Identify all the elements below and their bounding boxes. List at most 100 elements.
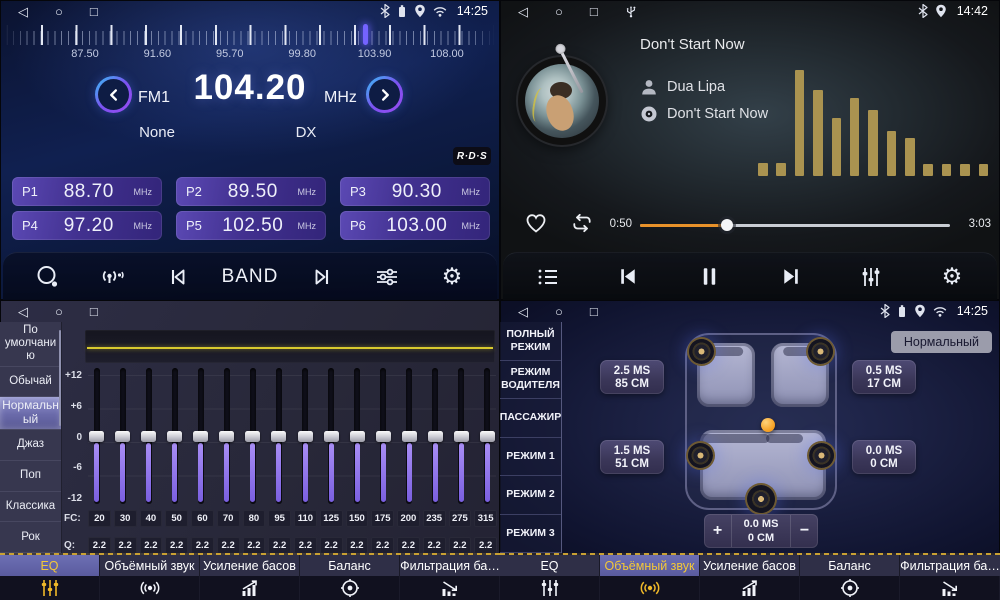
eq-slider-knob[interactable]: [193, 431, 208, 442]
fc-chip[interactable]: 70: [217, 510, 240, 527]
q-chip[interactable]: 2.2: [217, 537, 240, 554]
preset-button-p4[interactable]: P4 97.20 MHz: [12, 211, 162, 240]
front-right-delay-button[interactable]: 0.5 MS17 CM: [852, 360, 916, 394]
q-chip[interactable]: 2.2: [320, 537, 343, 554]
settings-gear-icon[interactable]: ⚙: [931, 257, 973, 297]
nav-back-icon[interactable]: ◁: [518, 305, 528, 318]
preset-button-p1[interactable]: P1 88.70 MHz: [12, 177, 162, 206]
q-chip[interactable]: 2.2: [371, 537, 394, 554]
nav-home-icon[interactable]: ○: [555, 5, 563, 18]
fc-chip[interactable]: 110: [294, 510, 317, 527]
scan-button[interactable]: [27, 257, 69, 297]
q-chip[interactable]: 2.2: [268, 537, 291, 554]
q-chip[interactable]: 2.2: [88, 537, 111, 554]
q-chip[interactable]: 2.2: [397, 537, 420, 554]
front-left-delay-button[interactable]: 2.5 MS85 CM: [600, 360, 664, 394]
fc-chip[interactable]: 20: [88, 510, 111, 527]
fc-chip[interactable]: 80: [243, 510, 266, 527]
eq-preset-default[interactable]: По умолчанию: [0, 322, 61, 367]
previous-track-button[interactable]: [608, 257, 650, 297]
eq-band-slider[interactable]: [401, 366, 418, 506]
eq-band-slider[interactable]: [453, 366, 470, 506]
tune-down-button[interactable]: [95, 76, 132, 113]
eq-slider-knob[interactable]: [298, 431, 313, 442]
preset-button-p2[interactable]: P2 89.50 MHz: [176, 177, 326, 206]
eq-slider-knob[interactable]: [402, 431, 417, 442]
tab-surround[interactable]: Объёмный звук: [100, 553, 200, 600]
broadcast-button[interactable]: [92, 257, 134, 297]
eq-band-slider[interactable]: [244, 366, 261, 506]
fc-chip[interactable]: 315: [474, 510, 497, 527]
eq-preset-classic[interactable]: Классика: [0, 492, 61, 523]
eq-band-slider[interactable]: [323, 366, 340, 506]
eq-slider-knob[interactable]: [480, 431, 495, 442]
favorite-button[interactable]: [523, 210, 549, 236]
seek-bar[interactable]: [640, 219, 950, 231]
audio-settings-button[interactable]: [850, 257, 892, 297]
tab-filter[interactable]: Фильтрация ба…: [900, 553, 1000, 600]
eq-slider-knob[interactable]: [141, 431, 156, 442]
eq-band-slider[interactable]: [192, 366, 209, 506]
eq-band-slider[interactable]: [270, 366, 287, 506]
eq-slider-knob[interactable]: [89, 431, 104, 442]
repeat-button[interactable]: [569, 210, 595, 236]
eq-slider-knob[interactable]: [324, 431, 339, 442]
previous-station-button[interactable]: [157, 257, 199, 297]
mode-1[interactable]: РЕЖИМ 1: [500, 438, 561, 477]
next-track-button[interactable]: [769, 257, 811, 297]
q-chip[interactable]: 2.2: [165, 537, 188, 554]
eq-band-slider[interactable]: [114, 366, 131, 506]
preset-button-p5[interactable]: P5 102.50 MHz: [176, 211, 326, 240]
eq-slider-knob[interactable]: [428, 431, 443, 442]
eq-band-slider[interactable]: [349, 366, 366, 506]
playlist-button[interactable]: [527, 257, 569, 297]
eq-band-slider[interactable]: [88, 366, 105, 506]
q-chip[interactable]: 2.2: [243, 537, 266, 554]
eq-preset-normal[interactable]: Нормальный: [0, 397, 61, 430]
tab-eq[interactable]: EQ: [0, 553, 100, 600]
tab-bass-boost[interactable]: Усиление басов: [700, 553, 800, 600]
nav-recents-icon[interactable]: □: [90, 305, 98, 318]
tab-surround[interactable]: Объёмный звук: [600, 553, 700, 600]
pause-button[interactable]: [689, 257, 731, 297]
eq-band-slider[interactable]: [427, 366, 444, 506]
front-right-speaker-icon[interactable]: [808, 339, 833, 364]
nav-recents-icon[interactable]: □: [90, 5, 98, 18]
fc-chip[interactable]: 275: [449, 510, 472, 527]
front-left-speaker-icon[interactable]: [689, 339, 714, 364]
q-chip[interactable]: 2.2: [346, 537, 369, 554]
eq-preset-custom[interactable]: Обычай: [0, 367, 61, 398]
eq-band-slider[interactable]: [479, 366, 496, 506]
decrease-delay-button[interactable]: −: [791, 522, 818, 540]
next-station-button[interactable]: [301, 257, 343, 297]
fc-chip[interactable]: 150: [346, 510, 369, 527]
eq-preset-rock[interactable]: Рок: [0, 522, 61, 553]
fc-chip[interactable]: 125: [320, 510, 343, 527]
preset-button-p6[interactable]: P6 103.00 MHz: [340, 211, 490, 240]
nav-recents-icon[interactable]: □: [590, 5, 598, 18]
fc-chip[interactable]: 50: [165, 510, 188, 527]
mode-passenger[interactable]: ПАССАЖИР: [500, 399, 561, 438]
eq-band-slider[interactable]: [140, 366, 157, 506]
eq-slider-knob[interactable]: [167, 431, 182, 442]
eq-band-slider[interactable]: [375, 366, 392, 506]
eq-band-slider[interactable]: [166, 366, 183, 506]
rear-left-delay-button[interactable]: 1.5 MS51 CM: [600, 440, 664, 474]
tab-balance[interactable]: Баланс: [800, 553, 900, 600]
eq-slider-knob[interactable]: [376, 431, 391, 442]
tab-balance[interactable]: Баланс: [300, 553, 400, 600]
frequency-ruler[interactable]: [6, 25, 494, 45]
q-chip[interactable]: 2.2: [423, 537, 446, 554]
eq-band-slider[interactable]: [218, 366, 235, 506]
equalizer-settings-button[interactable]: [366, 257, 408, 297]
rear-right-delay-button[interactable]: 0.0 MS0 CM: [852, 440, 916, 474]
eq-preset-jazz[interactable]: Джаз: [0, 430, 61, 461]
tab-eq[interactable]: EQ: [500, 553, 600, 600]
eq-slider-knob[interactable]: [115, 431, 130, 442]
tab-bass-boost[interactable]: Усиление басов: [200, 553, 300, 600]
sound-profile-badge[interactable]: Нормальный: [891, 331, 992, 353]
nav-back-icon[interactable]: ◁: [18, 5, 28, 18]
increase-delay-button[interactable]: +: [704, 522, 731, 540]
q-chip[interactable]: 2.2: [294, 537, 317, 554]
eq-slider-knob[interactable]: [219, 431, 234, 442]
